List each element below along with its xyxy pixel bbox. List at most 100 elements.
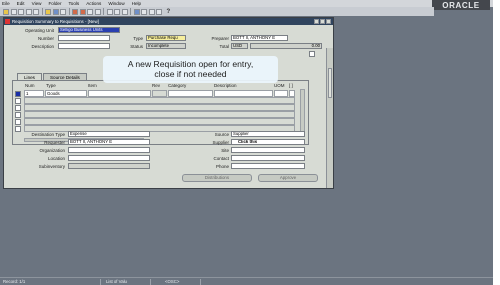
type-label: Type [133,36,143,41]
operating-unit-field[interactable]: Selligo Business Units [58,27,120,33]
menu-tools[interactable]: Tools [69,1,80,6]
contact-label: Contact [213,156,229,161]
destination-type-label: Destination Type [31,132,65,137]
help-icon[interactable]: ? [167,9,171,15]
open-folder-icon[interactable] [3,8,9,15]
requester-field[interactable]: BOTT II, ANTHONY E [68,139,150,145]
window-title: Requisition Summary to Requisitions - [N… [12,19,99,24]
location-field[interactable] [68,155,150,161]
save-icon[interactable] [10,8,17,15]
cell-dff[interactable] [289,90,295,97]
currency-field: USD [231,43,248,49]
close-form-icon[interactable] [45,8,51,15]
approve-button[interactable]: Approve [258,174,318,182]
supplier-field[interactable]: Click this [231,139,305,145]
menu-folder[interactable]: Folder [48,1,61,6]
maximize-icon[interactable] [320,19,325,24]
table-row[interactable] [24,111,295,118]
status-divider [150,279,151,285]
subinventory-field[interactable] [68,163,150,169]
clear-record-icon[interactable] [79,8,86,15]
toolbar: ? [0,7,434,16]
scrollbar-thumb[interactable] [328,68,332,98]
new-record-icon[interactable] [72,8,78,15]
row-selector[interactable] [15,98,21,104]
translations-icon[interactable] [141,8,147,15]
status-field: Incomplete [146,43,186,49]
column-header-description: Description [214,83,237,88]
type-field[interactable]: Purchase Requ [146,35,186,41]
menu-view[interactable]: View [32,1,42,6]
print-icon[interactable] [33,8,39,15]
cell-description[interactable] [214,90,273,97]
site-label: Site [221,148,229,153]
source-field[interactable]: Supplier [231,131,305,137]
organization-field[interactable] [68,147,150,153]
cell-uom[interactable] [274,90,288,97]
number-label: Number [37,36,54,41]
site-field[interactable] [231,147,305,153]
cell-num[interactable]: 1 [24,90,44,97]
preparer-field[interactable]: BOTT II, ANTHONY E [231,35,288,41]
annotation-callout: A new Requisition open for entry, close … [103,56,278,83]
paste-icon[interactable] [121,8,128,15]
folder-tools-icon[interactable] [133,8,140,15]
cell-item[interactable] [88,90,151,97]
column-header-rev: Rev [152,83,161,88]
operating-unit-label: Operating Unit [24,28,54,33]
row-selector[interactable] [15,119,21,125]
minimize-icon[interactable] [314,19,319,24]
form-icon [5,19,10,24]
phone-field[interactable] [231,163,305,169]
status-list-of-values: List of Valu [106,279,127,284]
toolbar-divider [41,8,43,15]
zoom-icon[interactable] [156,8,162,15]
description-field[interactable] [58,43,110,49]
phone-label: Phone [215,164,229,169]
table-row[interactable] [24,97,295,104]
toolbar-divider [130,8,131,15]
switch-responsibility-icon[interactable] [25,8,32,15]
status-bar: Record: 1/1 List of Valu <OSC> [0,277,493,285]
number-field[interactable] [58,35,110,41]
total-field: 0.00 [250,43,322,49]
table-vertical-scrollbar[interactable] [300,89,305,137]
location-label: Location [47,156,65,161]
menu-edit[interactable]: Edit [17,1,25,6]
cell-category[interactable] [168,90,213,97]
menu-help[interactable]: Help [132,1,141,6]
oracle-logo: ORACLE [432,0,490,10]
delete-record-icon[interactable] [87,8,93,15]
status-label: Status [130,44,143,49]
menu-window[interactable]: Window [108,1,124,6]
oracle-forms-app: Eile Edit View Folder Tools Actions Wind… [0,0,493,285]
cell-type[interactable]: Goods [45,90,87,97]
requisitions-window: Requisition Summary to Requisitions - [N… [3,17,334,189]
copy-icon[interactable] [114,8,120,15]
row-selector[interactable] [15,105,21,111]
table-row[interactable] [24,104,295,111]
callout-line-2: close if not needed [154,69,227,79]
row-selector[interactable] [15,112,21,118]
column-header-uom: UOM [274,83,285,88]
edit-field-icon[interactable] [94,8,101,15]
show-navigator-icon[interactable] [60,8,66,15]
find-icon[interactable] [52,8,59,15]
table-row[interactable] [24,118,295,125]
column-header-category: Category [168,83,187,88]
close-icon[interactable] [326,19,331,24]
distributions-button[interactable]: Distributions [182,174,252,182]
destination-type-field[interactable]: Expense [68,131,150,137]
window-vertical-scrollbar[interactable] [326,48,333,188]
cut-icon[interactable] [106,8,113,15]
contact-field[interactable] [231,155,305,161]
row-selector-current[interactable] [15,91,21,97]
menu-bar: Eile Edit View Folder Tools Actions Wind… [0,0,493,7]
attachments-icon[interactable] [148,8,155,15]
menu-actions[interactable]: Actions [86,1,101,6]
header-dff-field[interactable] [309,51,315,57]
next-step-icon[interactable] [18,8,24,15]
description-label: Description [31,44,54,49]
menu-file[interactable]: Eile [2,1,10,6]
toolbar-divider [103,8,104,15]
